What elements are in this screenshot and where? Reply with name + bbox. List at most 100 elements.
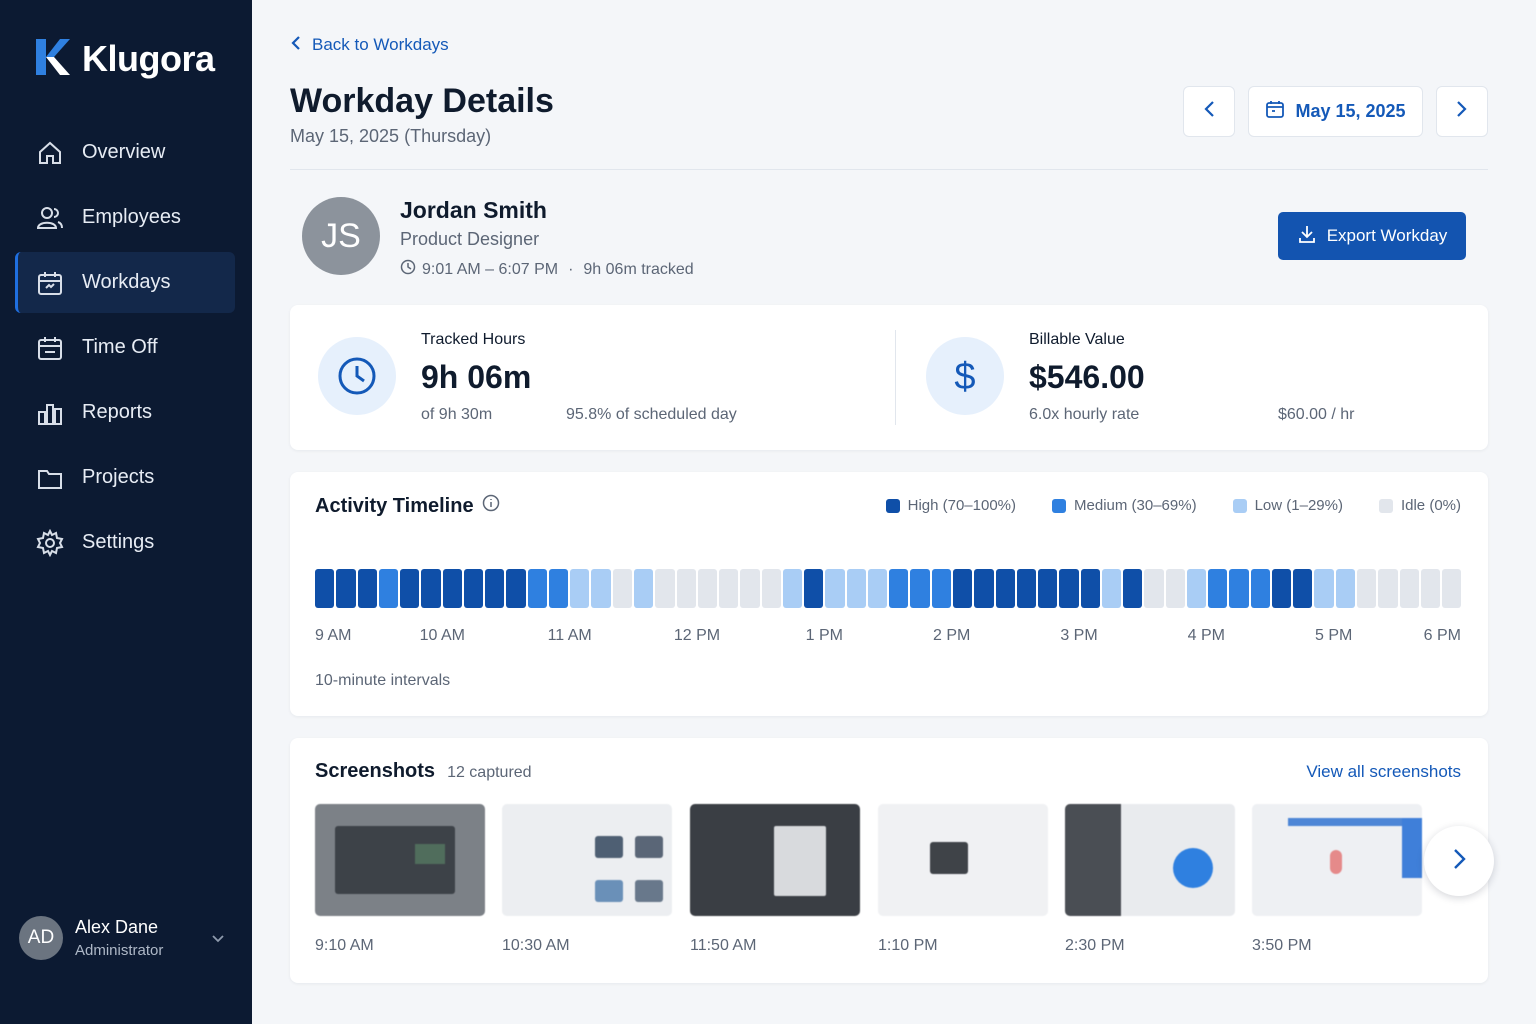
view-all-screenshots-link[interactable]: View all screenshots — [1306, 762, 1461, 782]
activity-bar-medium[interactable] — [1229, 569, 1249, 608]
activity-bar-medium[interactable] — [378, 569, 399, 608]
activity-bar-idle[interactable] — [1442, 569, 1462, 608]
activity-timeline-title: Activity Timeline — [315, 494, 474, 517]
sidebar-item-reports[interactable]: Reports — [15, 382, 235, 443]
sidebar-item-employees[interactable]: Employees — [15, 187, 235, 248]
activity-bar-idle[interactable] — [761, 569, 781, 608]
avatar: AD — [19, 916, 63, 960]
activity-bar-high[interactable] — [1038, 569, 1058, 608]
activity-bar-high[interactable] — [1293, 569, 1313, 608]
activity-bar-low[interactable] — [1335, 569, 1356, 608]
screenshot-thumbnail[interactable] — [1065, 804, 1235, 916]
date-picker-button[interactable]: May 15, 2025 — [1248, 86, 1423, 137]
activity-bar-low[interactable] — [570, 569, 590, 608]
activity-bar-idle[interactable] — [612, 569, 632, 608]
user-menu[interactable]: AD Alex Dane Administrator — [19, 916, 234, 960]
activity-bar-high[interactable] — [1123, 569, 1143, 608]
calendar-icon — [36, 269, 64, 297]
activity-bar-idle[interactable] — [1378, 569, 1398, 608]
activity-bar-low[interactable] — [1186, 569, 1207, 608]
activity-bar-idle[interactable] — [697, 569, 718, 608]
activity-bar-low[interactable] — [1314, 569, 1334, 608]
tracked-hours-scheduled: of 9h 30m — [421, 406, 493, 423]
screenshot-time: 1:10 PM — [878, 937, 938, 954]
activity-bar-high[interactable] — [1080, 569, 1100, 608]
screenshot-thumbnail[interactable] — [690, 804, 860, 916]
back-link[interactable]: Back to Workdays — [290, 35, 449, 55]
activity-bar-low[interactable] — [867, 569, 888, 608]
activity-bar-idle[interactable] — [1144, 569, 1164, 608]
billable-rate-multiplier: 6.0x hourly rate — [1029, 406, 1140, 423]
activity-bar-idle[interactable] — [719, 569, 739, 608]
activity-bar-idle[interactable] — [655, 569, 675, 608]
hour-label: 11 AM — [547, 627, 592, 644]
screenshot-time: 10:30 AM — [502, 937, 570, 954]
activity-bar-low[interactable] — [846, 569, 866, 608]
activity-bar-low[interactable] — [1101, 569, 1122, 608]
screenshot-thumbnail[interactable] — [878, 804, 1048, 916]
activity-bar-idle[interactable] — [1420, 569, 1441, 608]
previous-day-button[interactable] — [1183, 86, 1235, 137]
chevron-left-icon — [1203, 100, 1215, 123]
activity-bar-medium[interactable] — [1250, 569, 1270, 608]
info-icon[interactable] — [482, 494, 500, 518]
next-day-button[interactable] — [1436, 86, 1488, 137]
screenshot-thumbnail[interactable] — [315, 804, 485, 916]
sidebar-item-label: Projects — [82, 466, 155, 488]
activity-bar-low[interactable] — [633, 569, 654, 608]
activity-bar-high[interactable] — [485, 569, 505, 608]
sidebar-item-projects[interactable]: Projects — [15, 447, 235, 508]
activity-bar-idle[interactable] — [1399, 569, 1419, 608]
date-label: May 15, 2025 — [1295, 101, 1406, 121]
activity-bar-medium[interactable] — [910, 569, 930, 608]
activity-bar-high[interactable] — [421, 569, 441, 608]
sidebar-item-workdays[interactable]: Workdays — [15, 252, 235, 313]
activity-bar-low[interactable] — [825, 569, 845, 608]
brand[interactable]: Klugora — [36, 38, 215, 80]
activity-bars — [315, 569, 1462, 608]
tracked-hours-percent: 95.8% of scheduled day — [566, 406, 737, 423]
sidebar-item-settings[interactable]: Settings — [15, 512, 235, 573]
screenshot-time: 3:50 PM — [1252, 937, 1312, 954]
sidebar-item-overview[interactable]: Overview — [15, 122, 235, 183]
sidebar-item-label: Settings — [82, 531, 155, 553]
activity-bar-high[interactable] — [336, 569, 356, 608]
export-workday-button[interactable]: Export Workday — [1278, 212, 1466, 260]
export-workday-label: Export Workday — [1326, 226, 1448, 245]
sidebar-item-label: Employees — [82, 206, 181, 228]
activity-bar-high[interactable] — [506, 569, 526, 608]
activity-bar-high[interactable] — [974, 569, 994, 608]
home-icon — [36, 139, 64, 167]
activity-bar-high[interactable] — [442, 569, 462, 608]
tracked-hours-value: 9h 06m — [421, 359, 532, 395]
sidebar-item-time-off[interactable]: Time Off — [15, 317, 235, 378]
activity-bar-high[interactable] — [1016, 569, 1037, 608]
activity-bar-high[interactable] — [315, 569, 335, 608]
activity-bar-high[interactable] — [357, 569, 377, 608]
screenshot-time: 2:30 PM — [1065, 937, 1125, 954]
activity-bar-low[interactable] — [782, 569, 803, 608]
activity-bar-high[interactable] — [952, 569, 973, 608]
next-screenshots-button[interactable] — [1424, 826, 1494, 896]
activity-bar-high[interactable] — [995, 569, 1015, 608]
activity-bar-idle[interactable] — [740, 569, 760, 608]
activity-bar-high[interactable] — [463, 569, 484, 608]
activity-bar-high[interactable] — [1271, 569, 1292, 608]
activity-bar-idle[interactable] — [1357, 569, 1377, 608]
activity-bar-high[interactable] — [1059, 569, 1079, 608]
hour-label: 12 PM — [673, 627, 721, 644]
activity-bar-low[interactable] — [591, 569, 611, 608]
sidebar-nav: Overview Employees Workdays Time Off Rep… — [15, 122, 235, 577]
activity-bar-medium[interactable] — [548, 569, 569, 608]
activity-bar-high[interactable] — [804, 569, 824, 608]
screenshot-thumbnail[interactable] — [502, 804, 672, 916]
activity-bar-idle[interactable] — [676, 569, 696, 608]
activity-bar-idle[interactable] — [1165, 569, 1185, 608]
screenshot-thumbnail[interactable] — [1252, 804, 1422, 916]
activity-bar-medium[interactable] — [889, 569, 909, 608]
activity-bar-medium[interactable] — [527, 569, 547, 608]
activity-bar-medium[interactable] — [1208, 569, 1228, 608]
chevron-down-icon[interactable] — [210, 930, 226, 951]
activity-bar-high[interactable] — [400, 569, 420, 608]
activity-bar-medium[interactable] — [931, 569, 951, 608]
